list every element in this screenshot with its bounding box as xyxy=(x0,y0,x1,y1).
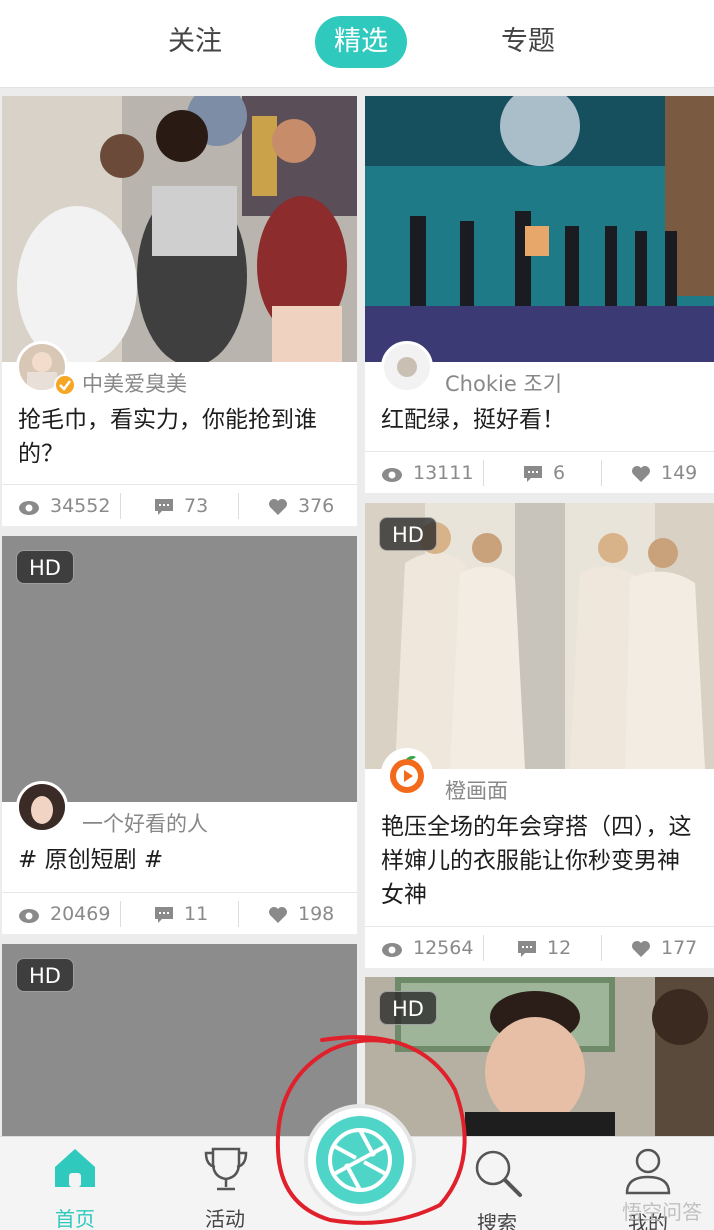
view-count: 13111 xyxy=(381,452,473,493)
comment-icon xyxy=(155,499,173,515)
heart-icon xyxy=(632,466,650,482)
comment-count[interactable]: 6 xyxy=(523,452,565,493)
like-count[interactable]: 177 xyxy=(631,927,697,968)
comment-icon xyxy=(524,466,542,482)
video-title[interactable]: # 原创短剧 # xyxy=(18,843,343,877)
comment-count[interactable]: 73 xyxy=(154,485,208,526)
stats-row: 34552 73 376 xyxy=(2,484,357,526)
top-tab-bar: 关注 精选 专题 xyxy=(0,0,714,88)
video-title[interactable]: 抢毛巾，看实力，你能抢到谁的？ xyxy=(18,403,343,471)
like-count[interactable]: 149 xyxy=(631,452,697,493)
tab-featured[interactable]: 精选 xyxy=(315,16,407,68)
view-count: 34552 xyxy=(18,485,110,526)
video-title[interactable]: 艳压全场的年会穿搭（四），这样婶儿的衣服能让你秒变男神女神 xyxy=(381,810,700,912)
eye-icon xyxy=(382,943,402,957)
video-title[interactable]: 红配绿，挺好看！ xyxy=(381,403,700,437)
comment-count[interactable]: 12 xyxy=(517,927,571,968)
author-avatar[interactable] xyxy=(16,781,68,833)
hd-badge: HD xyxy=(16,958,74,992)
hd-badge: HD xyxy=(16,550,74,584)
heart-icon xyxy=(269,499,287,515)
verified-badge-icon xyxy=(54,374,76,396)
author-name[interactable]: Chokie 조기 xyxy=(445,364,562,404)
orange-play-logo-icon xyxy=(390,755,424,793)
eye-icon xyxy=(19,501,39,515)
hd-badge: HD xyxy=(379,991,437,1025)
trophy-icon xyxy=(204,1147,248,1191)
red-circle-annotation xyxy=(275,1035,467,1225)
video-card[interactable]: Chokie 조기 红配绿，挺好看！ 13111 6 149 xyxy=(365,96,714,493)
video-card[interactable]: HD 一个好看的人 # 原创短剧 # 20469 11 198 xyxy=(2,536,357,934)
hd-badge: HD xyxy=(379,517,437,551)
nav-home[interactable]: 首页 xyxy=(20,1137,130,1230)
watermark: 悟空问答 xyxy=(622,1200,702,1224)
video-thumbnail[interactable] xyxy=(2,96,357,362)
author-name[interactable]: 一个好看的人 xyxy=(82,804,208,844)
nav-activity-label: 活动 xyxy=(205,1207,245,1230)
stats-row: 20469 11 198 xyxy=(2,892,357,934)
tab-topics[interactable]: 专题 xyxy=(483,16,573,68)
nav-home-label: 首页 xyxy=(55,1207,95,1230)
author-avatar[interactable] xyxy=(381,748,433,800)
video-card[interactable]: 中美爱臭美 抢毛巾，看实力，你能抢到谁的？ 34552 73 376 xyxy=(2,96,357,526)
tab-following[interactable]: 关注 xyxy=(150,16,240,68)
comment-count[interactable]: 11 xyxy=(154,893,208,934)
view-count: 12564 xyxy=(381,927,473,968)
like-count[interactable]: 376 xyxy=(268,485,334,526)
eye-icon xyxy=(382,468,402,482)
comment-icon xyxy=(155,907,173,923)
heart-icon xyxy=(269,907,287,923)
author-name[interactable]: 中美爱臭美 xyxy=(82,364,187,404)
author-name[interactable]: 橙画面 xyxy=(445,771,508,811)
view-count: 20469 xyxy=(18,893,110,934)
home-icon xyxy=(55,1149,95,1187)
nav-activity[interactable]: 活动 xyxy=(170,1137,280,1230)
heart-icon xyxy=(632,941,650,957)
author-avatar[interactable] xyxy=(381,341,433,393)
stats-row: 13111 6 149 xyxy=(365,451,714,493)
user-icon xyxy=(625,1148,671,1195)
stats-row: 12564 12 177 xyxy=(365,926,714,968)
video-card[interactable]: HD 橙画面 艳压全场的年会穿搭（四），这样婶儿的衣服能让你秒变男神女神 125… xyxy=(365,503,714,968)
video-thumbnail[interactable] xyxy=(365,96,714,362)
comment-icon xyxy=(518,941,536,957)
eye-icon xyxy=(19,909,39,923)
like-count[interactable]: 198 xyxy=(268,893,334,934)
